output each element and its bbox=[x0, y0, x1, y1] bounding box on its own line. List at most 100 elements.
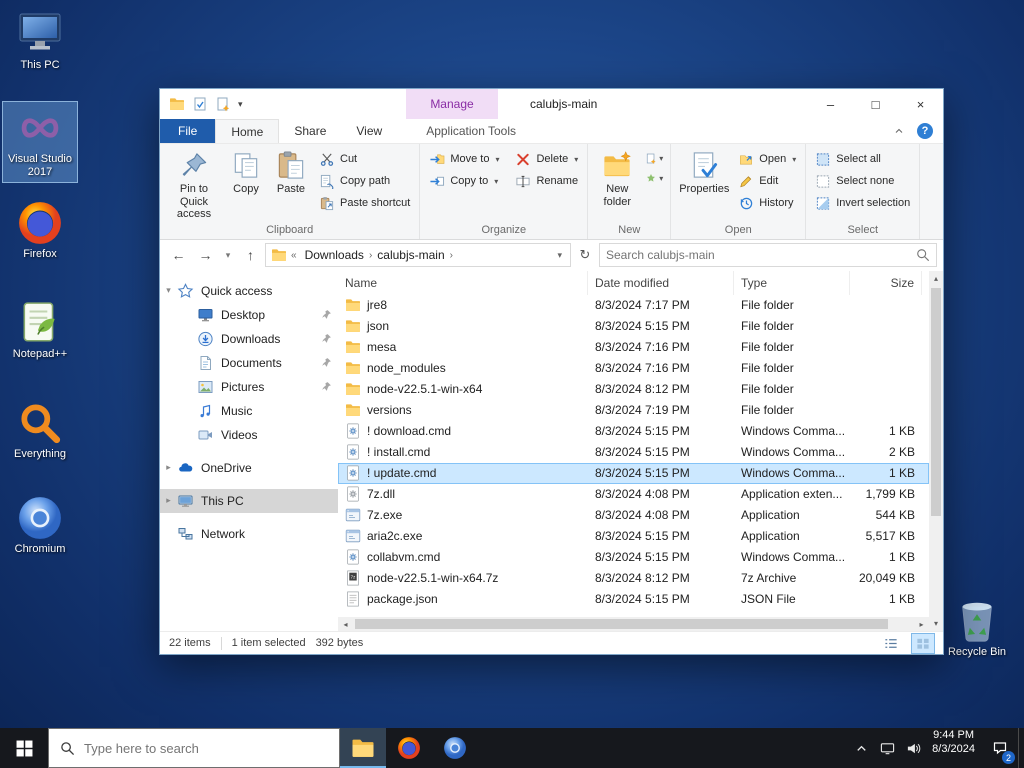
desktop-icon-visual-studio[interactable]: Visual Studio 2017 bbox=[2, 100, 78, 184]
tab-view[interactable]: View bbox=[341, 119, 397, 143]
file-row[interactable]: 7z.exe 8/3/2024 4:08 PM Application 544 KB bbox=[338, 505, 929, 526]
column-header-name[interactable]: Name bbox=[338, 270, 588, 295]
file-row[interactable]: package.json 8/3/2024 5:15 PM JSON File 1 K… bbox=[338, 589, 929, 610]
pin-to-quick-access-button[interactable]: Pin to Quick access bbox=[165, 147, 223, 224]
horizontal-scrollbar[interactable]: ◂ ▸ bbox=[338, 617, 929, 631]
column-header-size[interactable]: Size bbox=[850, 270, 922, 295]
sidebar-item-downloads[interactable]: Downloads bbox=[160, 327, 338, 351]
qat-properties-icon[interactable] bbox=[192, 96, 208, 112]
file-row[interactable]: aria2c.exe 8/3/2024 5:15 PM Application 5,5… bbox=[338, 526, 929, 547]
path-ellipsis[interactable]: « bbox=[290, 250, 298, 261]
copy-path-button[interactable]: Copy path bbox=[315, 170, 414, 192]
copy-to-button[interactable]: Copy to ▾ bbox=[425, 170, 503, 192]
refresh-button[interactable]: ↻ bbox=[573, 243, 597, 267]
address-dropdown-icon[interactable]: ▾ bbox=[557, 250, 565, 261]
paste-shortcut-button[interactable]: Paste shortcut bbox=[315, 192, 414, 214]
sidebar-item-onedrive[interactable]: ▸ OneDrive bbox=[160, 456, 338, 480]
cut-button[interactable]: Cut bbox=[315, 148, 414, 170]
qat-customize-icon[interactable]: ▾ bbox=[238, 99, 243, 110]
scrollbar-thumb[interactable] bbox=[355, 619, 888, 629]
desktop-icon-notepad-plus-plus[interactable]: Notepad++ bbox=[3, 297, 77, 364]
invert-selection-button[interactable]: Invert selection bbox=[811, 192, 914, 214]
edit-button[interactable]: Edit bbox=[734, 170, 800, 192]
select-none-button[interactable]: Select none bbox=[811, 170, 914, 192]
close-button[interactable]: × bbox=[898, 89, 943, 119]
sidebar-item-quick-access[interactable]: ▾ Quick access bbox=[160, 279, 338, 303]
desktop-icon-chromium[interactable]: Chromium bbox=[3, 492, 77, 559]
show-desktop-button[interactable] bbox=[1018, 728, 1024, 768]
recent-locations-icon[interactable]: ▾ bbox=[220, 243, 236, 267]
display-tray-icon[interactable] bbox=[880, 741, 895, 756]
sidebar-item-videos[interactable]: Videos bbox=[160, 423, 338, 447]
titlebar[interactable]: ▾ Manage calubjs-main – □ × bbox=[160, 89, 943, 119]
file-row[interactable]: 7z node-v22.5.1-win-x64.7z 8/3/2024 8:12 P… bbox=[338, 568, 929, 589]
scroll-up-icon[interactable]: ▴ bbox=[929, 271, 943, 286]
file-row[interactable]: 7z.dll 8/3/2024 4:08 PM Application exten.… bbox=[338, 484, 929, 505]
breadcrumb-separator-icon[interactable]: › bbox=[449, 250, 454, 261]
file-row[interactable]: node_modules 8/3/2024 7:16 PM File folder bbox=[338, 358, 929, 379]
history-button[interactable]: History bbox=[734, 192, 800, 214]
sidebar-item-network[interactable]: Network bbox=[160, 522, 338, 546]
rename-button[interactable]: Rename bbox=[511, 170, 582, 192]
minimize-button[interactable]: – bbox=[808, 89, 853, 119]
forward-button[interactable]: → bbox=[193, 243, 218, 267]
file-row[interactable]: ! download.cmd 8/3/2024 5:15 PM Windows Co… bbox=[338, 421, 929, 442]
desktop-icon-firefox[interactable]: Firefox bbox=[3, 197, 77, 264]
file-row[interactable]: jre8 8/3/2024 7:17 PM File folder bbox=[338, 295, 929, 316]
paste-button[interactable]: Paste bbox=[269, 147, 313, 199]
desktop-icon-this-pc[interactable]: This PC bbox=[3, 8, 77, 75]
manage-contextual-tab[interactable]: Manage bbox=[406, 89, 498, 119]
chevron-down-icon[interactable]: ▾ bbox=[160, 285, 177, 296]
search-input[interactable] bbox=[606, 248, 912, 263]
volume-icon[interactable] bbox=[906, 741, 921, 756]
sidebar-item-desktop[interactable]: Desktop bbox=[160, 303, 338, 327]
new-folder-button[interactable]: New folder bbox=[593, 147, 641, 211]
taskbar-search[interactable] bbox=[48, 728, 340, 768]
breadcrumb-item[interactable]: Downloads bbox=[301, 247, 368, 263]
properties-button[interactable]: Properties bbox=[676, 147, 732, 199]
file-row[interactable]: ! update.cmd 8/3/2024 5:15 PM Windows Comm… bbox=[338, 462, 929, 484]
details-view-button[interactable] bbox=[880, 634, 902, 653]
taskbar-file-explorer[interactable] bbox=[340, 728, 386, 768]
file-row[interactable]: versions 8/3/2024 7:19 PM File folder bbox=[338, 400, 929, 421]
column-header-type[interactable]: Type bbox=[734, 270, 850, 295]
file-row[interactable]: ! install.cmd 8/3/2024 5:15 PM Windows Com… bbox=[338, 442, 929, 463]
scroll-down-icon[interactable]: ▾ bbox=[929, 616, 943, 631]
qat-new-folder-icon[interactable] bbox=[215, 96, 231, 112]
vertical-scrollbar[interactable]: ▴ ▾ bbox=[929, 270, 943, 631]
easy-access-button[interactable]: ▾ bbox=[643, 168, 665, 188]
file-row[interactable]: collabvm.cmd 8/3/2024 5:15 PM Windows Comm… bbox=[338, 547, 929, 568]
search-box[interactable] bbox=[599, 243, 937, 268]
desktop-icon-everything[interactable]: Everything bbox=[3, 397, 77, 464]
taskbar-firefox[interactable] bbox=[386, 728, 432, 768]
breadcrumb-item[interactable]: calubjs-main bbox=[373, 247, 448, 263]
start-button[interactable] bbox=[0, 728, 48, 768]
move-to-button[interactable]: Move to ▾ bbox=[425, 148, 503, 170]
up-button[interactable]: ↑ bbox=[238, 243, 263, 267]
sidebar-item-pictures[interactable]: Pictures bbox=[160, 375, 338, 399]
file-row[interactable]: mesa 8/3/2024 7:16 PM File folder bbox=[338, 337, 929, 358]
help-button[interactable]: ? bbox=[917, 123, 933, 139]
hidden-icons-icon[interactable] bbox=[854, 741, 869, 756]
taskbar-search-input[interactable] bbox=[84, 740, 328, 756]
chevron-right-icon[interactable]: ▸ bbox=[160, 462, 177, 473]
sidebar-item-documents[interactable]: Documents bbox=[160, 351, 338, 375]
taskbar-chromium[interactable] bbox=[432, 728, 478, 768]
action-center-button[interactable]: 2 bbox=[982, 728, 1018, 768]
sidebar-item-this-pc[interactable]: ▸ This PC bbox=[160, 488, 338, 513]
new-item-button[interactable]: ▾ bbox=[643, 148, 665, 168]
sidebar-item-music[interactable]: Music bbox=[160, 399, 338, 423]
back-button[interactable]: ← bbox=[166, 243, 191, 267]
maximize-button[interactable]: □ bbox=[853, 89, 898, 119]
tab-file[interactable]: File bbox=[160, 119, 216, 143]
tab-application-tools[interactable]: Application Tools bbox=[411, 119, 531, 143]
collapse-ribbon-icon[interactable] bbox=[893, 125, 905, 137]
scroll-right-icon[interactable]: ▸ bbox=[914, 620, 929, 629]
tab-share[interactable]: Share bbox=[279, 119, 341, 143]
column-header-date[interactable]: Date modified bbox=[588, 270, 734, 295]
breadcrumb[interactable]: « Downloads › calubjs-main › ▾ bbox=[265, 243, 571, 268]
delete-button[interactable]: Delete ▾ bbox=[511, 148, 582, 170]
copy-button[interactable]: Copy bbox=[225, 147, 267, 199]
desktop-icon-recycle-bin[interactable]: Recycle Bin bbox=[941, 595, 1013, 662]
large-icons-view-button[interactable] bbox=[911, 632, 935, 654]
